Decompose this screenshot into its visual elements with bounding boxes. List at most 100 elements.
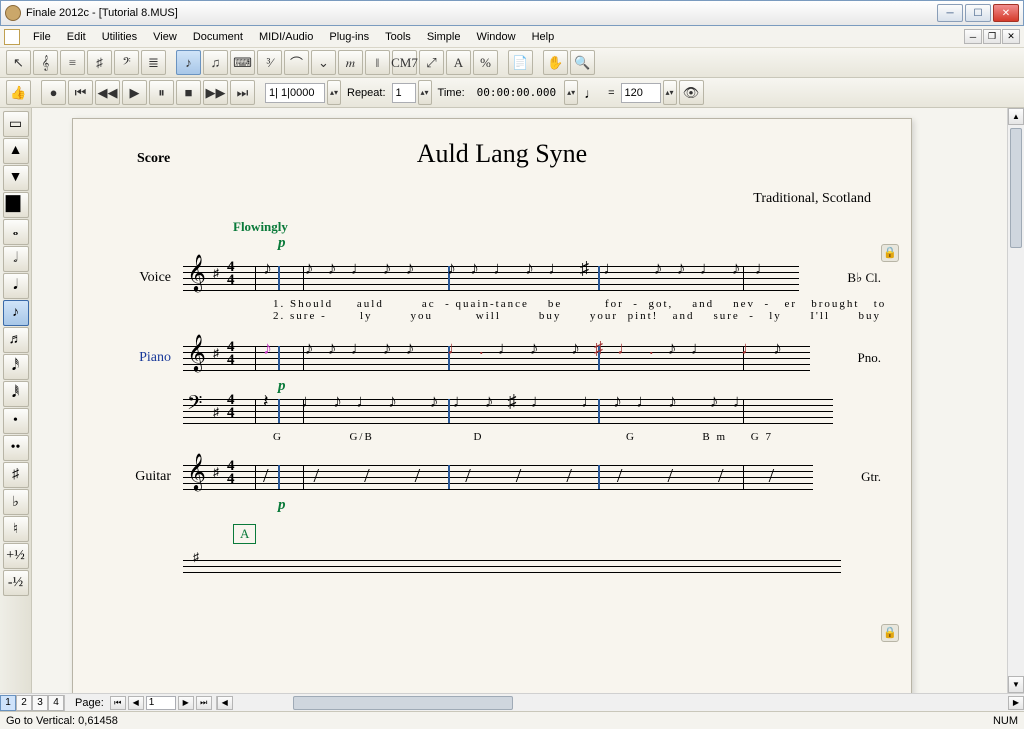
voice-notes[interactable]: ♪ ♪♪♩♪♪ ♪♪♩♪♩♯♩ ♪♪♩♪♩ ♪♪ (263, 258, 799, 298)
first-page-button[interactable]: ⏮ (110, 696, 126, 710)
measure-counter[interactable] (265, 83, 325, 103)
repeat-spinner[interactable]: ▴▾ (418, 80, 432, 105)
menu-help[interactable]: Help (524, 29, 563, 45)
eraser-palette-button[interactable]: ▭ (3, 111, 29, 137)
mdi-close-button[interactable]: ✕ (1002, 29, 1020, 44)
eighth-note-palette-button[interactable]: ♪ (3, 300, 29, 326)
chord-symbols[interactable]: G G/B D G B m G 7 (273, 431, 881, 443)
plus-half-palette-button[interactable]: +½ (3, 543, 29, 569)
repeat-tool[interactable]: ‖ (365, 50, 390, 75)
tempo-input[interactable] (621, 83, 661, 103)
octave-down-palette-button[interactable]: ▼ (3, 165, 29, 191)
piano-bass-notes[interactable]: 𝄽 ♩♪♩♪ ♪♩♪♯♩ ♩♪♩♪ ♪♩ (263, 391, 833, 431)
next-system-peek[interactable]: ♯ (123, 552, 881, 572)
menu-utilities[interactable]: Utilities (94, 29, 145, 45)
menu-file[interactable]: File (25, 29, 59, 45)
chord-tool-tool[interactable]: CM7 (392, 50, 417, 75)
menu-simple[interactable]: Simple (419, 29, 469, 45)
menu-midiaudio[interactable]: MIDI/Audio (251, 29, 321, 45)
maximize-button[interactable]: ☐ (965, 4, 991, 22)
score-page[interactable]: Score Auld Lang Syne Traditional, Scotla… (72, 118, 912, 693)
forward-button[interactable]: ▶▶ (203, 80, 228, 105)
measure-spinner[interactable]: ▴▾ (327, 80, 341, 105)
piano-treble-system[interactable]: Piano 𝄞 ♯ 44 ♪ ♪♪♩♪♪ ♩.♩♪ ♪♯♩.♪♩ ♩♪ Pno. (123, 338, 881, 378)
last-page-button[interactable]: ⏭ (196, 696, 212, 710)
prev-page-button[interactable]: ◀ (128, 696, 144, 710)
layer-4-button[interactable]: 4 (48, 695, 64, 711)
percent-tool[interactable]: % (473, 50, 498, 75)
natural-palette-button[interactable]: ♮ (3, 516, 29, 542)
thirtysecond-note-palette-button[interactable]: 𝅘𝅥𝅰 (3, 354, 29, 380)
menu-view[interactable]: View (145, 29, 185, 45)
quarter-note-palette-button[interactable]: 𝅘𝅥 (3, 273, 29, 299)
page-layout-tool[interactable]: 📄 (508, 50, 533, 75)
next-page-button[interactable]: ▶ (178, 696, 194, 710)
whole-note-palette-button[interactable]: 𝅝 (3, 219, 29, 245)
time-spinner[interactable]: ▴▾ (564, 80, 578, 105)
minus-half-palette-button[interactable]: -½ (3, 570, 29, 596)
double-dot-palette-button[interactable]: •• (3, 435, 29, 461)
menu-window[interactable]: Window (468, 29, 523, 45)
repeat-input[interactable] (392, 83, 416, 103)
voice-system[interactable]: Voice 𝄞 ♯ 44 ♪ ♪♪♩♪♪ ♪♪♩♪♩♯♩ ♪♪♩♪♩ ♪♪ B♭… (123, 258, 881, 298)
hscroll-right-button[interactable]: ▶ (1008, 696, 1024, 710)
lock-icon[interactable]: 🔒 (881, 244, 899, 262)
dynamic-p-voice[interactable]: p (278, 235, 881, 252)
rehearsal-mark[interactable]: A (233, 524, 256, 544)
simple-entry-tool[interactable]: ♪ (176, 50, 201, 75)
clef-tool[interactable]: 𝄢 (114, 50, 139, 75)
lock-icon[interactable]: 🔒 (881, 624, 899, 642)
sharp-palette-button[interactable]: ♯ (3, 462, 29, 488)
lyrics-verse2[interactable]: 2. sure - ly you will buy your pint! and… (273, 310, 881, 322)
pause-button[interactable]: ⏸ (149, 80, 174, 105)
tempo-spinner[interactable]: ▴▾ (663, 80, 677, 105)
scroll-up-button[interactable]: ▲ (1008, 108, 1024, 125)
scroll-thumb[interactable] (1010, 128, 1022, 248)
close-button[interactable]: ✕ (993, 4, 1019, 22)
resize-tool[interactable]: ⤢ (419, 50, 444, 75)
sixtyfourth-note-palette-button[interactable]: 𝅘𝅥𝅱 (3, 381, 29, 407)
vertical-scrollbar[interactable]: ▲ ▼ (1007, 108, 1024, 693)
hyperscribe-tool[interactable]: ⌨ (230, 50, 255, 75)
layer-3-button[interactable]: 3 (32, 695, 48, 711)
page-number-input[interactable] (146, 696, 176, 710)
score-title[interactable]: Auld Lang Syne (123, 139, 881, 169)
key-sig-tool[interactable]: ≣ (141, 50, 166, 75)
layer-1-button[interactable]: 1 (0, 695, 16, 711)
stop-button[interactable]: ■ (176, 80, 201, 105)
expression-tool[interactable]: 𝆐 (338, 50, 363, 75)
scroll-down-button[interactable]: ▼ (1008, 676, 1024, 693)
guitar-system[interactable]: Guitar 𝄞 ♯ 44 / / / / / / / / / / / / / … (123, 457, 881, 497)
piano-treble-notes[interactable]: ♪ ♪♪♩♪♪ ♩.♩♪ ♪♯♩.♪♩ ♩♪ (263, 338, 810, 378)
audio-settings-icon[interactable]: 👁 (679, 80, 704, 105)
rewind-start-button[interactable]: ⏮ (68, 80, 93, 105)
lyrics-verse1[interactable]: 1. Should auld ac - quain-tance be for -… (273, 298, 881, 310)
rewind-button[interactable]: ◀◀ (95, 80, 120, 105)
whole-rest-palette-button[interactable]: █▌ (3, 192, 29, 218)
menu-edit[interactable]: Edit (59, 29, 94, 45)
tempo-marking[interactable]: Flowingly (233, 219, 881, 235)
layer-2-button[interactable]: 2 (16, 695, 32, 711)
piano-bass-system[interactable]: 𝄢 ♯ 44 𝄽 ♩♪♩♪ ♪♩♪♯♩ ♩♪♩♪ ♪♩ (123, 391, 881, 431)
hand-grabber-tool[interactable]: ✋ (543, 50, 568, 75)
record-button[interactable]: ● (41, 80, 66, 105)
smart-shape-tool[interactable]: ⌒ (284, 50, 309, 75)
tuplet-tool[interactable]: ³⁄ (257, 50, 282, 75)
sixteenth-note-palette-button[interactable]: ♬ (3, 327, 29, 353)
forward-end-button[interactable]: ⏭ (230, 80, 255, 105)
chord-tool[interactable]: ♯ (87, 50, 112, 75)
articulation-tool[interactable]: ⌄ (311, 50, 336, 75)
zoom-tool[interactable]: 🔍 (570, 50, 595, 75)
minimize-button[interactable]: ─ (937, 4, 963, 22)
speedy-entry-tool[interactable]: ♫ (203, 50, 228, 75)
staff-tool[interactable]: 𝄞 (33, 50, 58, 75)
composer-text[interactable]: Traditional, Scotland (123, 191, 871, 207)
flat-palette-button[interactable]: ♭ (3, 489, 29, 515)
play-button[interactable]: ▶ (122, 80, 147, 105)
lyrics-tool[interactable]: ≡ (60, 50, 85, 75)
selection-tool[interactable]: ↖ (6, 50, 31, 75)
hscroll-left-button[interactable]: ◀ (217, 696, 233, 710)
menu-document[interactable]: Document (185, 29, 251, 45)
dot-palette-button[interactable]: • (3, 408, 29, 434)
mdi-minimize-button[interactable]: ─ (964, 29, 982, 44)
